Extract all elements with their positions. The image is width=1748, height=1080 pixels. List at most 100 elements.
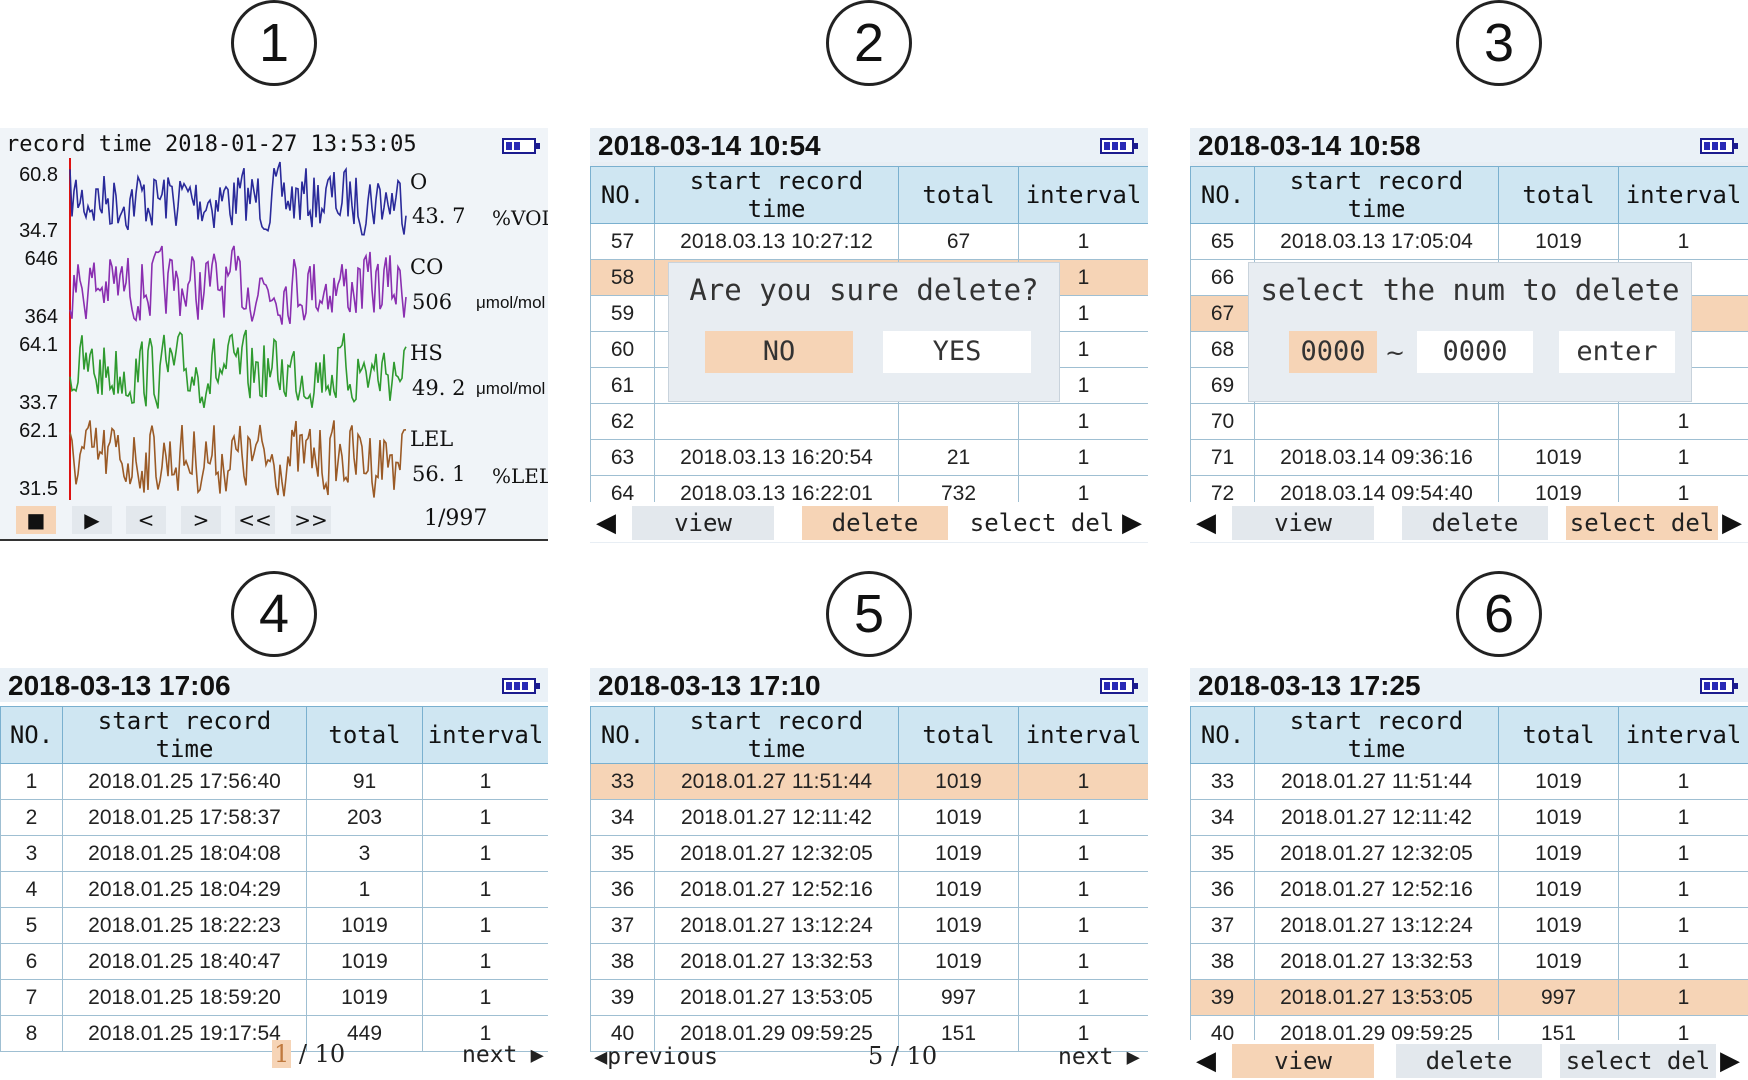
battery-icon — [1700, 138, 1738, 154]
cell-interval: 1 — [1018, 223, 1148, 260]
cell-no: 35 — [1190, 835, 1255, 872]
table-row[interactable]: 39 2018.01.27 13:53:05 997 1 — [590, 979, 1148, 1016]
delete-button[interactable]: delete — [1402, 506, 1548, 540]
table-row[interactable]: 1 2018.01.25 17:56:40 91 1 — [0, 763, 548, 800]
cell-total: 1019 — [1498, 943, 1619, 980]
cell-start-time: 2018.01.27 12:32:05 — [654, 835, 899, 872]
table-row[interactable]: 35 2018.01.27 12:32:05 1019 1 — [1190, 835, 1748, 872]
cell-start-time: 2018.01.27 13:53:05 — [1254, 979, 1499, 1016]
arrow-right-icon[interactable]: ▶ — [1722, 508, 1742, 538]
arrow-left-icon[interactable]: ◀ — [596, 508, 616, 538]
battery-icon — [502, 138, 540, 154]
battery-icon — [1100, 678, 1138, 694]
cell-interval: 1 — [1618, 943, 1748, 980]
table-row[interactable]: 5 2018.01.25 18:22:23 1019 1 — [0, 907, 548, 944]
header-bar: 2018-03-14 10:54 — [590, 128, 1148, 162]
yes-button[interactable]: YES — [883, 331, 1031, 373]
page-indicator: 5 / 10 — [868, 1042, 938, 1070]
table-row[interactable]: 7 2018.01.25 18:59:20 1019 1 — [0, 979, 548, 1016]
cell-no: 3 — [0, 835, 63, 872]
table-row[interactable]: 4 2018.01.25 18:04:29 1 1 — [0, 871, 548, 908]
step-forward-button[interactable]: > — [181, 506, 221, 534]
cell-no: 63 — [590, 439, 655, 476]
cell-total: 1019 — [1498, 871, 1619, 908]
table-row[interactable]: 35 2018.01.27 12:32:05 1019 1 — [590, 835, 1148, 872]
table-row[interactable]: 71 2018.03.14 09:36:16 1019 1 — [1190, 439, 1748, 476]
action-bar: ◀ view delete select del ▶ — [590, 502, 1148, 542]
table-row[interactable]: 63 2018.03.13 16:20:54 21 1 — [590, 439, 1148, 476]
table-row[interactable]: 33 2018.01.27 11:51:44 1019 1 — [1190, 763, 1748, 800]
table-row[interactable]: 62 1 — [590, 403, 1148, 440]
table-row[interactable]: 36 2018.01.27 12:52:16 1019 1 — [590, 871, 1148, 908]
arrow-left-icon[interactable]: ◀ — [1196, 508, 1216, 538]
enter-button[interactable]: enter — [1559, 331, 1675, 373]
table-row[interactable]: 2 2018.01.25 17:58:37 203 1 — [0, 799, 548, 836]
cell-start-time: 2018.01.27 12:52:16 — [654, 871, 899, 908]
cell-interval: 1 — [422, 907, 548, 944]
col-start-time: start record time — [654, 166, 899, 224]
table-row[interactable]: 39 2018.01.27 13:53:05 997 1 — [1190, 979, 1748, 1016]
select-del-button[interactable]: select del — [1566, 506, 1718, 540]
range-to-input[interactable]: 0000 — [1417, 331, 1533, 373]
delete-button[interactable]: delete — [802, 506, 948, 540]
delete-button[interactable]: delete — [1396, 1044, 1542, 1078]
table-row[interactable]: 38 2018.01.27 13:32:53 1019 1 — [590, 943, 1148, 980]
record-time-value: 2018-01-27 13:53:05 — [164, 132, 417, 157]
cell-no: 58 — [590, 259, 655, 296]
table-row[interactable]: 37 2018.01.27 13:12:24 1019 1 — [590, 907, 1148, 944]
table-row[interactable]: 38 2018.01.27 13:32:53 1019 1 — [1190, 943, 1748, 980]
step-marker-3: 3 — [1456, 0, 1542, 86]
arrow-right-icon[interactable]: ▶ — [1720, 1046, 1740, 1076]
table-row[interactable]: 34 2018.01.27 12:11:42 1019 1 — [590, 799, 1148, 836]
cell-total — [1498, 403, 1619, 440]
table-row[interactable]: 34 2018.01.27 12:11:42 1019 1 — [1190, 799, 1748, 836]
rewind-button[interactable]: << — [235, 506, 275, 534]
table-row[interactable]: 6 2018.01.25 18:40:47 1019 1 — [0, 943, 548, 980]
screen-5-record-list: 2018-03-13 17:10 NO. start record time t… — [590, 668, 1148, 1080]
cell-start-time: 2018.01.27 12:11:42 — [1254, 799, 1499, 836]
table-row[interactable]: 65 2018.03.13 17:05:04 1019 1 — [1190, 223, 1748, 260]
table-row[interactable]: 33 2018.01.27 11:51:44 1019 1 — [590, 763, 1148, 800]
table-row[interactable]: 57 2018.03.13 10:27:12 67 1 — [590, 223, 1148, 260]
stop-button[interactable]: ■ — [16, 506, 56, 534]
arrow-left-icon[interactable]: ◀ — [1196, 1046, 1216, 1076]
cell-start-time: 2018.01.27 13:32:53 — [654, 943, 899, 980]
cell-start-time: 2018.01.27 12:32:05 — [1254, 835, 1499, 872]
cell-start-time: 2018.01.25 17:58:37 — [62, 799, 307, 836]
select-del-button[interactable]: select del — [966, 506, 1118, 540]
previous-label: previous — [607, 1044, 719, 1070]
select-range-dialog: select the num to delete 0000 ~ 0000 ent… — [1248, 262, 1692, 402]
bottom-rule — [0, 539, 548, 541]
view-button[interactable]: view — [632, 506, 774, 540]
waveform-lel — [69, 420, 407, 498]
cell-no: 37 — [590, 907, 655, 944]
arrow-right-icon[interactable]: ▶ — [1122, 508, 1142, 538]
next-link[interactable]: next ▶ — [1058, 1044, 1140, 1070]
play-button[interactable]: ▶ — [72, 506, 112, 534]
waveform-co — [69, 245, 407, 325]
previous-link[interactable]: ◀previous — [594, 1044, 718, 1070]
fast-forward-button[interactable]: >> — [291, 506, 331, 534]
table-row[interactable]: 36 2018.01.27 12:52:16 1019 1 — [1190, 871, 1748, 908]
select-del-button[interactable]: select del — [1560, 1044, 1716, 1078]
cell-total: 21 — [898, 439, 1019, 476]
view-button[interactable]: view — [1232, 1044, 1374, 1078]
table-row[interactable]: 37 2018.01.27 13:12:24 1019 1 — [1190, 907, 1748, 944]
cell-interval: 1 — [1618, 835, 1748, 872]
cell-no: 38 — [1190, 943, 1255, 980]
cell-no: 4 — [0, 871, 63, 908]
step-back-button[interactable]: < — [126, 506, 166, 534]
col-no: NO. — [0, 706, 63, 764]
next-link[interactable]: next ▶ — [462, 1042, 544, 1068]
no-button[interactable]: NO — [705, 331, 853, 373]
screen-4-record-list: 2018-03-13 17:06 NO. start record time t… — [0, 668, 548, 1080]
range-from-input[interactable]: 0000 — [1289, 331, 1377, 373]
cell-total: 1019 — [1498, 835, 1619, 872]
view-button[interactable]: view — [1232, 506, 1374, 540]
cell-interval: 1 — [1618, 223, 1748, 260]
table-row[interactable]: 3 2018.01.25 18:04:08 3 1 — [0, 835, 548, 872]
battery-icon — [1700, 678, 1738, 694]
cell-interval: 1 — [1018, 979, 1148, 1016]
table-row[interactable]: 70 1 — [1190, 403, 1748, 440]
header-datetime: 2018-03-13 17:10 — [598, 670, 821, 701]
